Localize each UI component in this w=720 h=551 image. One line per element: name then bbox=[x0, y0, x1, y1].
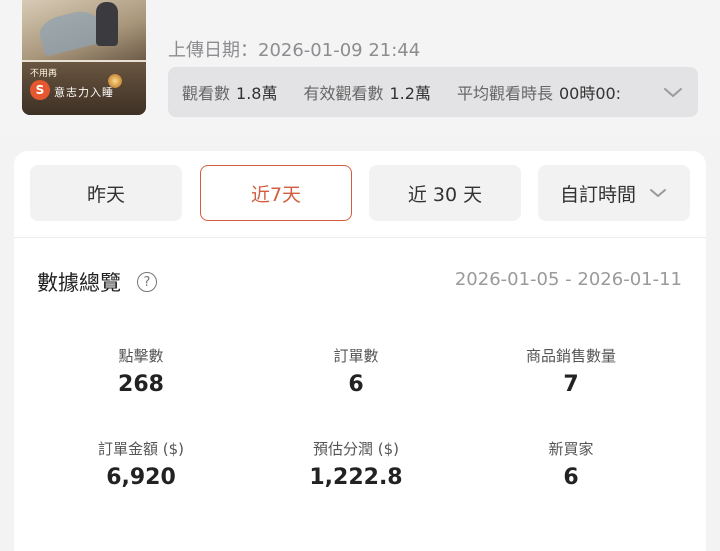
date-range-tabs: 昨天 近7天 近 30 天 自訂時間 bbox=[30, 165, 690, 221]
tab-custom-time[interactable]: 自訂時間 bbox=[538, 165, 690, 221]
analytics-card: 昨天 近7天 近 30 天 自訂時間 數據總覽 ? 2026-01-05 - 2… bbox=[14, 151, 706, 551]
chevron-down-icon bbox=[650, 189, 666, 197]
overview-title-text: 數據總覽 bbox=[37, 271, 121, 295]
stat-value: 1.8萬 bbox=[236, 84, 278, 103]
tab-label: 近 30 天 bbox=[407, 183, 483, 206]
metric-label: 商品銷售數量 bbox=[525, 347, 616, 365]
metric-orders: 訂單數 6 bbox=[246, 345, 466, 397]
metric-new-buyers: 新買家 6 bbox=[461, 438, 681, 490]
metric-value: 1,222.8 bbox=[309, 465, 403, 490]
thumbnail-scene bbox=[22, 0, 146, 60]
stat-label: 觀看數 bbox=[182, 84, 231, 103]
metric-label: 訂單金額 ($) bbox=[97, 440, 185, 458]
stat-value: 00時00: bbox=[558, 84, 622, 103]
metric-label: 訂單數 bbox=[333, 347, 379, 365]
video-header: 不用再 S 意志力入睡 上傳日期：2026-01-09 21:44 觀看數 1.… bbox=[0, 0, 720, 135]
tab-label: 昨天 bbox=[86, 183, 125, 206]
metric-value: 6 bbox=[563, 465, 579, 490]
video-thumbnail[interactable]: 不用再 S 意志力入睡 bbox=[22, 0, 146, 115]
upload-date-value: 2026-01-09 21:44 bbox=[258, 40, 421, 61]
metric-value: 6,920 bbox=[106, 465, 176, 490]
stat-label: 有效觀看數 bbox=[303, 84, 384, 103]
thumbnail-caption: 意志力入睡 bbox=[54, 86, 114, 99]
metric-items-sold: 商品銷售數量 7 bbox=[461, 345, 681, 397]
tab-label: 近7天 bbox=[250, 183, 302, 206]
metric-value: 268 bbox=[118, 372, 164, 397]
shopee-s-icon: S bbox=[30, 80, 50, 100]
upload-date: 上傳日期：2026-01-09 21:44 bbox=[168, 36, 420, 62]
stat-avg-watch-time: 平均觀看時長 00時00: bbox=[457, 80, 621, 104]
tab-last-30-days[interactable]: 近 30 天 bbox=[369, 165, 521, 221]
stat-views: 觀看數 1.8萬 bbox=[182, 80, 277, 104]
stat-label: 平均觀看時長 bbox=[456, 84, 553, 103]
divider bbox=[14, 237, 706, 238]
stat-value: 1.2萬 bbox=[389, 84, 431, 103]
tab-label: 自訂時間 bbox=[559, 183, 636, 206]
stat-effective-views: 有效觀看數 1.2萬 bbox=[303, 80, 430, 104]
video-stats-list: 觀看數 1.8萬 有效觀看數 1.2萬 平均觀看時長 00時00: bbox=[168, 80, 652, 104]
video-stats-bar[interactable]: 觀看數 1.8萬 有效觀看數 1.2萬 平均觀看時長 00時00: bbox=[168, 67, 698, 117]
upload-date-label: 上傳日期： bbox=[168, 40, 258, 61]
metric-label: 新買家 bbox=[548, 440, 594, 458]
metric-clicks: 點擊數 268 bbox=[31, 345, 251, 397]
overview-date-range: 2026-01-05 - 2026-01-11 bbox=[454, 269, 682, 290]
tab-last-7-days[interactable]: 近7天 bbox=[200, 165, 352, 221]
metric-order-amount: 訂單金額 ($) 6,920 bbox=[31, 438, 251, 490]
chevron-down-icon[interactable] bbox=[662, 81, 684, 103]
help-icon[interactable]: ? bbox=[137, 272, 157, 292]
overview-title: 數據總覽 ? bbox=[37, 267, 157, 297]
tab-yesterday[interactable]: 昨天 bbox=[30, 165, 182, 221]
thumbnail-small-text: 不用再 bbox=[30, 69, 58, 79]
metric-label: 點擊數 bbox=[118, 347, 164, 365]
metric-label: 預估分潤 ($) bbox=[312, 440, 400, 458]
thumbnail-person bbox=[96, 2, 118, 46]
metric-value: 7 bbox=[563, 372, 579, 397]
metric-estimated-commission: 預估分潤 ($) 1,222.8 bbox=[246, 438, 466, 490]
metric-value: 6 bbox=[348, 372, 364, 397]
